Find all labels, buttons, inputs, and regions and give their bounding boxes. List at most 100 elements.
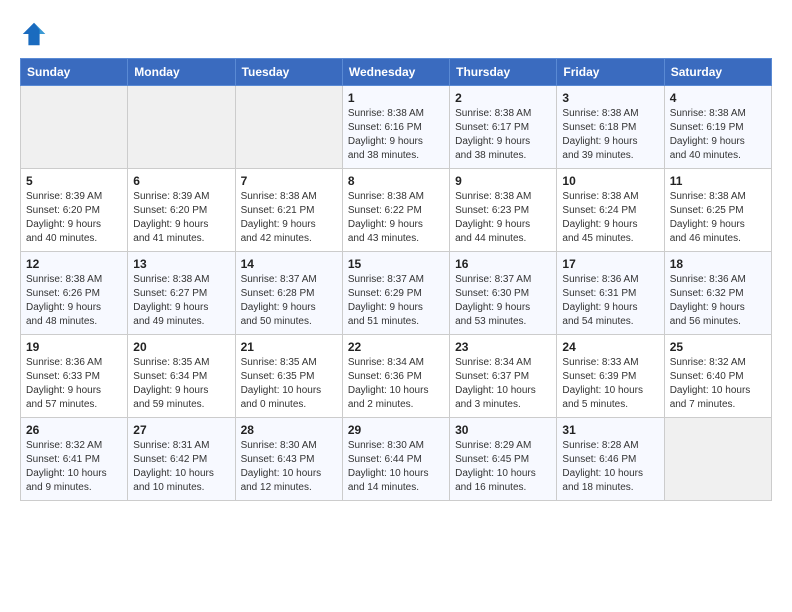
day-number: 17 — [562, 257, 658, 271]
weekday-header-row: SundayMondayTuesdayWednesdayThursdayFrid… — [21, 59, 772, 86]
calendar-cell: 24 Sunrise: 8:33 AM Sunset: 6:39 PM Dayli… — [557, 335, 664, 418]
day-number: 16 — [455, 257, 551, 271]
cell-content: Sunrise: 8:38 AM Sunset: 6:26 PM Dayligh… — [26, 273, 122, 329]
calendar-cell: 15 Sunrise: 8:37 AM Sunset: 6:29 PM Dayli… — [342, 252, 449, 335]
day-number: 13 — [133, 257, 229, 271]
day-number: 4 — [670, 91, 766, 105]
calendar-cell — [128, 86, 235, 169]
cell-content: Sunrise: 8:38 AM Sunset: 6:23 PM Dayligh… — [455, 190, 551, 246]
weekday-header: Monday — [128, 59, 235, 86]
day-number: 21 — [241, 340, 337, 354]
logo-icon — [20, 20, 48, 48]
cell-content: Sunrise: 8:34 AM Sunset: 6:36 PM Dayligh… — [348, 356, 444, 412]
calendar-cell: 16 Sunrise: 8:37 AM Sunset: 6:30 PM Dayli… — [450, 252, 557, 335]
cell-content: Sunrise: 8:30 AM Sunset: 6:43 PM Dayligh… — [241, 439, 337, 495]
weekday-header: Thursday — [450, 59, 557, 86]
cell-content: Sunrise: 8:38 AM Sunset: 6:19 PM Dayligh… — [670, 107, 766, 163]
calendar-cell: 22 Sunrise: 8:34 AM Sunset: 6:36 PM Dayli… — [342, 335, 449, 418]
cell-content: Sunrise: 8:32 AM Sunset: 6:40 PM Dayligh… — [670, 356, 766, 412]
cell-content: Sunrise: 8:30 AM Sunset: 6:44 PM Dayligh… — [348, 439, 444, 495]
calendar-week-row: 19 Sunrise: 8:36 AM Sunset: 6:33 PM Dayli… — [21, 335, 772, 418]
calendar-cell: 25 Sunrise: 8:32 AM Sunset: 6:40 PM Dayli… — [664, 335, 771, 418]
day-number: 30 — [455, 423, 551, 437]
calendar-cell: 7Sunrise: 8:38 AM Sunset: 6:21 PM Daylig… — [235, 169, 342, 252]
cell-content: Sunrise: 8:39 AM Sunset: 6:20 PM Dayligh… — [26, 190, 122, 246]
cell-content: Sunrise: 8:32 AM Sunset: 6:41 PM Dayligh… — [26, 439, 122, 495]
calendar-week-row: 1 Sunrise: 8:38 AM Sunset: 6:16 PM Daylig… — [21, 86, 772, 169]
day-number: 5 — [26, 174, 122, 188]
day-number: 23 — [455, 340, 551, 354]
cell-content: Sunrise: 8:36 AM Sunset: 6:32 PM Dayligh… — [670, 273, 766, 329]
day-number: 26 — [26, 423, 122, 437]
cell-content: Sunrise: 8:37 AM Sunset: 6:30 PM Dayligh… — [455, 273, 551, 329]
calendar-cell — [235, 86, 342, 169]
cell-content: Sunrise: 8:38 AM Sunset: 6:16 PM Dayligh… — [348, 107, 444, 163]
day-number: 25 — [670, 340, 766, 354]
calendar-cell — [664, 418, 771, 501]
day-number: 29 — [348, 423, 444, 437]
cell-content: Sunrise: 8:38 AM Sunset: 6:25 PM Dayligh… — [670, 190, 766, 246]
day-number: 8 — [348, 174, 444, 188]
calendar-cell: 27 Sunrise: 8:31 AM Sunset: 6:42 PM Dayli… — [128, 418, 235, 501]
calendar-cell: 6Sunrise: 8:39 AM Sunset: 6:20 PM Daylig… — [128, 169, 235, 252]
calendar-cell: 11Sunrise: 8:38 AM Sunset: 6:25 PM Dayli… — [664, 169, 771, 252]
day-number: 1 — [348, 91, 444, 105]
calendar-cell: 20 Sunrise: 8:35 AM Sunset: 6:34 PM Dayli… — [128, 335, 235, 418]
calendar-cell: 31 Sunrise: 8:28 AM Sunset: 6:46 PM Dayli… — [557, 418, 664, 501]
day-number: 7 — [241, 174, 337, 188]
calendar-week-row: 5 Sunrise: 8:39 AM Sunset: 6:20 PM Daylig… — [21, 169, 772, 252]
weekday-header: Wednesday — [342, 59, 449, 86]
calendar-cell: 23Sunrise: 8:34 AM Sunset: 6:37 PM Dayli… — [450, 335, 557, 418]
day-number: 18 — [670, 257, 766, 271]
day-number: 12 — [26, 257, 122, 271]
cell-content: Sunrise: 8:33 AM Sunset: 6:39 PM Dayligh… — [562, 356, 658, 412]
day-number: 24 — [562, 340, 658, 354]
calendar-cell: 8 Sunrise: 8:38 AM Sunset: 6:22 PM Daylig… — [342, 169, 449, 252]
day-number: 10 — [562, 174, 658, 188]
day-number: 2 — [455, 91, 551, 105]
day-number: 28 — [241, 423, 337, 437]
calendar-week-row: 12 Sunrise: 8:38 AM Sunset: 6:26 PM Dayli… — [21, 252, 772, 335]
cell-content: Sunrise: 8:37 AM Sunset: 6:29 PM Dayligh… — [348, 273, 444, 329]
calendar-cell: 18 Sunrise: 8:36 AM Sunset: 6:32 PM Dayli… — [664, 252, 771, 335]
calendar-table: SundayMondayTuesdayWednesdayThursdayFrid… — [20, 58, 772, 501]
cell-content: Sunrise: 8:38 AM Sunset: 6:17 PM Dayligh… — [455, 107, 551, 163]
calendar-cell: 14Sunrise: 8:37 AM Sunset: 6:28 PM Dayli… — [235, 252, 342, 335]
weekday-header: Friday — [557, 59, 664, 86]
page-header — [20, 20, 772, 48]
cell-content: Sunrise: 8:38 AM Sunset: 6:27 PM Dayligh… — [133, 273, 229, 329]
calendar-cell: 19 Sunrise: 8:36 AM Sunset: 6:33 PM Dayli… — [21, 335, 128, 418]
cell-content: Sunrise: 8:28 AM Sunset: 6:46 PM Dayligh… — [562, 439, 658, 495]
cell-content: Sunrise: 8:31 AM Sunset: 6:42 PM Dayligh… — [133, 439, 229, 495]
calendar-cell: 29 Sunrise: 8:30 AM Sunset: 6:44 PM Dayli… — [342, 418, 449, 501]
calendar-cell: 12 Sunrise: 8:38 AM Sunset: 6:26 PM Dayli… — [21, 252, 128, 335]
day-number: 27 — [133, 423, 229, 437]
cell-content: Sunrise: 8:39 AM Sunset: 6:20 PM Dayligh… — [133, 190, 229, 246]
calendar-cell — [21, 86, 128, 169]
cell-content: Sunrise: 8:36 AM Sunset: 6:33 PM Dayligh… — [26, 356, 122, 412]
calendar-cell: 1 Sunrise: 8:38 AM Sunset: 6:16 PM Daylig… — [342, 86, 449, 169]
logo — [20, 20, 52, 48]
day-number: 22 — [348, 340, 444, 354]
calendar-cell: 2 Sunrise: 8:38 AM Sunset: 6:17 PM Daylig… — [450, 86, 557, 169]
cell-content: Sunrise: 8:35 AM Sunset: 6:34 PM Dayligh… — [133, 356, 229, 412]
weekday-header: Sunday — [21, 59, 128, 86]
cell-content: Sunrise: 8:35 AM Sunset: 6:35 PM Dayligh… — [241, 356, 337, 412]
calendar-cell: 17 Sunrise: 8:36 AM Sunset: 6:31 PM Dayli… — [557, 252, 664, 335]
cell-content: Sunrise: 8:38 AM Sunset: 6:22 PM Dayligh… — [348, 190, 444, 246]
calendar-cell: 3 Sunrise: 8:38 AM Sunset: 6:18 PM Daylig… — [557, 86, 664, 169]
calendar-cell: 5 Sunrise: 8:39 AM Sunset: 6:20 PM Daylig… — [21, 169, 128, 252]
day-number: 15 — [348, 257, 444, 271]
day-number: 19 — [26, 340, 122, 354]
cell-content: Sunrise: 8:36 AM Sunset: 6:31 PM Dayligh… — [562, 273, 658, 329]
calendar-week-row: 26 Sunrise: 8:32 AM Sunset: 6:41 PM Dayli… — [21, 418, 772, 501]
calendar-cell: 10 Sunrise: 8:38 AM Sunset: 6:24 PM Dayli… — [557, 169, 664, 252]
day-number: 20 — [133, 340, 229, 354]
day-number: 3 — [562, 91, 658, 105]
calendar-cell: 4 Sunrise: 8:38 AM Sunset: 6:19 PM Daylig… — [664, 86, 771, 169]
calendar-cell: 30 Sunrise: 8:29 AM Sunset: 6:45 PM Dayli… — [450, 418, 557, 501]
cell-content: Sunrise: 8:29 AM Sunset: 6:45 PM Dayligh… — [455, 439, 551, 495]
day-number: 31 — [562, 423, 658, 437]
cell-content: Sunrise: 8:38 AM Sunset: 6:24 PM Dayligh… — [562, 190, 658, 246]
cell-content: Sunrise: 8:38 AM Sunset: 6:18 PM Dayligh… — [562, 107, 658, 163]
